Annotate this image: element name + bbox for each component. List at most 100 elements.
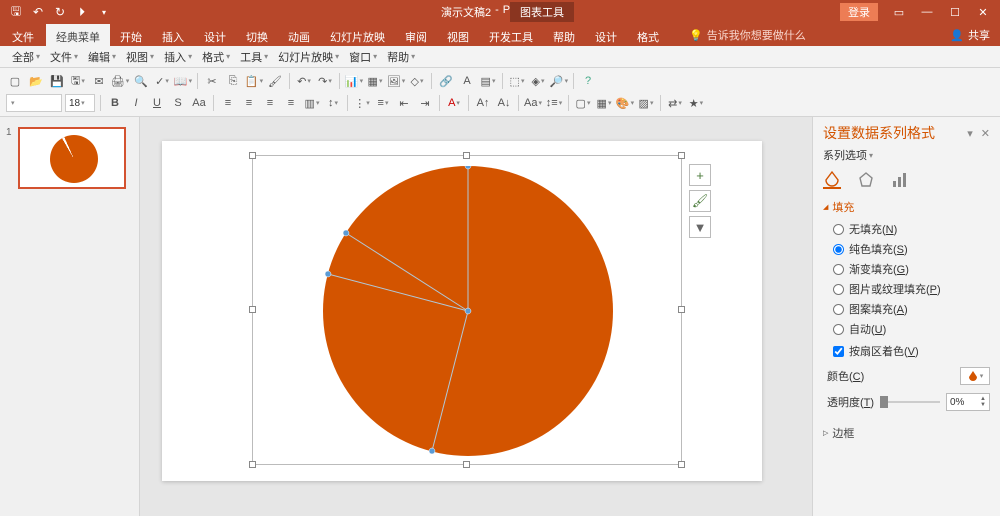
arrange-icon[interactable]: ⬚: [508, 72, 526, 90]
quick-styles-icon[interactable]: ◈: [529, 72, 547, 90]
tab-transitions[interactable]: 切换: [236, 24, 278, 46]
slide-thumbnail-1[interactable]: [18, 127, 126, 189]
font-color-icon[interactable]: A: [445, 94, 463, 112]
help-icon[interactable]: ?: [579, 72, 597, 90]
series-options-tab-icon[interactable]: [891, 171, 909, 189]
menu-insert[interactable]: 插入: [160, 47, 196, 67]
qat-customize-icon[interactable]: ▾: [94, 2, 114, 22]
pie-chart[interactable]: [323, 166, 613, 456]
maximize-icon[interactable]: ☐: [942, 2, 968, 22]
text-direction-icon[interactable]: ↕: [324, 94, 342, 112]
radio-pattern-fill[interactable]: 图案填充(A): [833, 301, 990, 317]
share-button[interactable]: 👤 共享: [950, 24, 1000, 46]
copy-icon[interactable]: ⎘: [224, 72, 242, 90]
resize-handle[interactable]: [678, 306, 685, 313]
resize-handle[interactable]: [463, 461, 470, 468]
tab-home[interactable]: 开始: [110, 24, 152, 46]
radio-automatic[interactable]: 自动(U): [833, 321, 990, 337]
resize-handle[interactable]: [249, 306, 256, 313]
menu-help[interactable]: 帮助: [383, 47, 419, 67]
effects-tab-icon[interactable]: [857, 171, 875, 189]
undo-icon[interactable]: ↶: [295, 72, 313, 90]
font-size-combo[interactable]: 18: [65, 94, 95, 112]
shapes-icon[interactable]: ◇: [408, 72, 426, 90]
ribbon-display-icon[interactable]: ▭: [886, 2, 912, 22]
fill-section-header[interactable]: 填充: [823, 199, 990, 215]
resize-handle[interactable]: [249, 152, 256, 159]
close-icon[interactable]: ✕: [970, 2, 996, 22]
transparency-spinner[interactable]: 0% ▲▼: [946, 393, 990, 411]
align-right-icon[interactable]: ≡: [261, 94, 279, 112]
check-vary-colors[interactable]: 按扇区着色(V): [833, 343, 990, 359]
resize-handle[interactable]: [249, 461, 256, 468]
menu-tools[interactable]: 工具: [236, 47, 272, 67]
cut-icon[interactable]: ✂: [203, 72, 221, 90]
new-icon[interactable]: ▢: [6, 72, 24, 90]
research-icon[interactable]: 📖: [174, 72, 192, 90]
new-slide-icon[interactable]: ▢: [574, 94, 592, 112]
tab-file[interactable]: 文件: [0, 24, 46, 46]
transparency-slider[interactable]: [880, 401, 940, 403]
chart-elements-button[interactable]: +: [689, 164, 711, 186]
font-name-combo[interactable]: [6, 94, 62, 112]
undo-icon[interactable]: ↶: [28, 2, 48, 22]
resize-handle[interactable]: [463, 152, 470, 159]
underline-icon[interactable]: U: [148, 94, 166, 112]
menu-view[interactable]: 视图: [122, 47, 158, 67]
chart-icon[interactable]: 📊: [345, 72, 363, 90]
menu-format[interactable]: 格式: [198, 47, 234, 67]
pane-close-icon[interactable]: ✕: [981, 127, 990, 140]
tab-view[interactable]: 视图: [437, 24, 479, 46]
format-painter-icon[interactable]: 🖌: [266, 72, 284, 90]
menu-edit[interactable]: 编辑: [84, 47, 120, 67]
fill-line-tab-icon[interactable]: [823, 171, 841, 189]
spelling-icon[interactable]: ✓: [153, 72, 171, 90]
resize-handle[interactable]: [678, 461, 685, 468]
textbox-icon[interactable]: A: [458, 72, 476, 90]
shrink-font-icon[interactable]: A↓: [495, 94, 513, 112]
redo-icon[interactable]: ↷: [316, 72, 334, 90]
animation-icon[interactable]: ★: [687, 94, 705, 112]
tab-review[interactable]: 审阅: [395, 24, 437, 46]
print-preview-icon[interactable]: 🔍: [132, 72, 150, 90]
layout-icon[interactable]: ▦: [595, 94, 613, 112]
menu-slideshow[interactable]: 幻灯片放映: [274, 47, 343, 67]
header-footer-icon[interactable]: ▤: [479, 72, 497, 90]
minimize-icon[interactable]: —: [914, 2, 940, 22]
save-icon[interactable]: 🖫: [6, 2, 26, 22]
columns-icon[interactable]: ▥: [303, 94, 321, 112]
print-icon[interactable]: 🖨: [111, 72, 129, 90]
tab-help[interactable]: 帮助: [543, 24, 585, 46]
italic-icon[interactable]: I: [127, 94, 145, 112]
series-options-dropdown[interactable]: 系列选项: [823, 147, 990, 163]
grow-font-icon[interactable]: A↑: [474, 94, 492, 112]
increase-indent-icon[interactable]: ⇥: [416, 94, 434, 112]
radio-gradient-fill[interactable]: 渐变填充(G): [833, 261, 990, 277]
strikethrough-icon[interactable]: S: [169, 94, 187, 112]
radio-picture-fill[interactable]: 图片或纹理填充(P): [833, 281, 990, 297]
slide-canvas[interactable]: + 🖌 ▼: [140, 117, 812, 516]
radio-no-fill[interactable]: 无填充(N): [833, 221, 990, 237]
tab-design[interactable]: 设计: [194, 24, 236, 46]
numbering-icon[interactable]: ≡: [374, 94, 392, 112]
paste-icon[interactable]: 📋: [245, 72, 263, 90]
bold-icon[interactable]: B: [106, 94, 124, 112]
decrease-indent-icon[interactable]: ⇤: [395, 94, 413, 112]
radio-solid-fill[interactable]: 纯色填充(S): [833, 241, 990, 257]
design-icon[interactable]: 🎨: [616, 94, 634, 112]
shadow-icon[interactable]: Aa: [190, 94, 208, 112]
tell-me-search[interactable]: 💡 告诉我你想要做什么: [689, 24, 806, 46]
transition-icon[interactable]: ⇄: [666, 94, 684, 112]
slide[interactable]: + 🖌 ▼: [162, 141, 762, 481]
align-center-icon[interactable]: ≡: [240, 94, 258, 112]
tab-animations[interactable]: 动画: [278, 24, 320, 46]
justify-icon[interactable]: ≡: [282, 94, 300, 112]
chart-styles-button[interactable]: 🖌: [689, 190, 711, 212]
redo-icon[interactable]: ↻: [50, 2, 70, 22]
find-icon[interactable]: 🔎: [550, 72, 568, 90]
menu-file[interactable]: 文件: [46, 47, 82, 67]
menu-all[interactable]: 全部: [8, 47, 44, 67]
background-icon[interactable]: ▨: [637, 94, 655, 112]
border-section-header[interactable]: 边框: [823, 425, 990, 441]
start-from-beginning-icon[interactable]: ⏵: [72, 2, 92, 22]
